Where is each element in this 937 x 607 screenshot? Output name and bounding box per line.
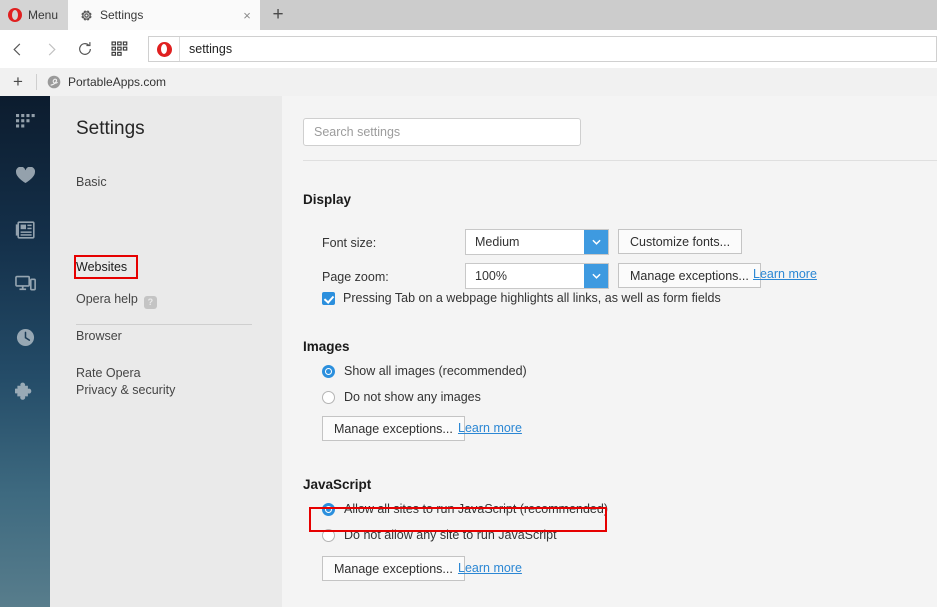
opera-sidebar <box>0 96 50 607</box>
images-show-all-option[interactable]: Show all images (recommended) <box>322 364 527 378</box>
address-bar[interactable]: settings <box>148 36 937 62</box>
page-zoom-value: 100% <box>475 269 507 283</box>
sidebar-item-opera-help[interactable]: Opera help? <box>76 292 157 309</box>
radio-selected-icon[interactable] <box>322 502 335 516</box>
sidebar-item-extensions[interactable] <box>0 366 50 420</box>
images-learn-more-link[interactable]: Learn more <box>458 421 522 435</box>
javascript-manage-exceptions-button[interactable]: Manage exceptions... <box>322 556 465 581</box>
content-divider <box>303 160 937 161</box>
images-manage-exceptions-button[interactable]: Manage exceptions... <box>322 416 465 441</box>
javascript-deny-label: Do not allow any site to run JavaScript <box>344 528 557 542</box>
images-hide-all-option[interactable]: Do not show any images <box>322 390 481 404</box>
radio-unselected-icon[interactable] <box>322 390 335 404</box>
javascript-allow-label: Allow all sites to run JavaScript (recom… <box>344 502 608 516</box>
opera-menu-button[interactable]: Menu <box>0 0 68 30</box>
sidebar-item-speed-dial[interactable] <box>0 96 50 150</box>
radio-selected-icon[interactable] <box>322 364 335 378</box>
news-icon <box>15 220 35 242</box>
devices-icon <box>14 275 36 295</box>
font-size-select[interactable]: Medium <box>465 229 609 255</box>
menu-label: Menu <box>28 8 59 22</box>
bookmark-item-portableapps[interactable]: PortableApps.com <box>37 68 176 96</box>
section-title-javascript: JavaScript <box>303 477 372 492</box>
bookmark-label: PortableApps.com <box>68 75 167 89</box>
tab-title: Settings <box>100 8 144 22</box>
back-button[interactable] <box>0 30 34 68</box>
font-size-label: Font size: <box>322 236 377 250</box>
clock-icon <box>16 328 35 350</box>
page-zoom-label: Page zoom: <box>322 270 389 284</box>
tab-settings[interactable]: Settings × <box>68 0 260 30</box>
page-title: Settings <box>76 118 145 139</box>
gear-icon <box>80 9 93 22</box>
opera-help-label: Opera help <box>76 292 138 306</box>
zoom-manage-exceptions-button[interactable]: Manage exceptions... <box>618 263 761 288</box>
sidebar-item-news[interactable] <box>0 204 50 258</box>
forward-button[interactable] <box>34 30 68 68</box>
javascript-deny-option[interactable]: Do not allow any site to run JavaScript <box>322 528 557 542</box>
tab-bar: Menu Settings × + <box>0 0 937 30</box>
chevron-down-icon[interactable] <box>584 264 608 288</box>
site-badge-icon <box>149 37 180 61</box>
close-icon[interactable]: × <box>234 0 260 30</box>
settings-content: Display Font size: Medium Customize font… <box>282 96 937 607</box>
javascript-learn-more-link[interactable]: Learn more <box>458 561 522 575</box>
tab-highlight-label: Pressing Tab on a webpage highlights all… <box>343 291 721 305</box>
puzzle-icon <box>14 382 35 404</box>
nav-divider <box>76 324 252 325</box>
radio-unselected-icon[interactable] <box>322 528 335 542</box>
speed-dial-button[interactable] <box>102 30 136 68</box>
settings-nav-panel: Settings Basic Browser Websites Privacy … <box>50 96 282 607</box>
tab-highlight-checkbox-row[interactable]: Pressing Tab on a webpage highlights all… <box>322 291 721 305</box>
sidebar-item-rate-opera[interactable]: Rate Opera <box>76 366 141 380</box>
portableapps-icon <box>47 75 61 89</box>
grid-icon <box>15 113 35 133</box>
search-input[interactable] <box>303 118 581 146</box>
section-title-display: Display <box>303 192 352 207</box>
help-icon[interactable]: ? <box>143 296 157 309</box>
opera-logo-icon <box>156 41 172 57</box>
bookmarks-bar: + PortableApps.com <box>0 68 937 97</box>
sidebar-item-my-flow[interactable] <box>0 258 50 312</box>
new-tab-button[interactable]: + <box>262 0 294 30</box>
opera-logo-icon <box>8 8 22 22</box>
images-hide-all-label: Do not show any images <box>344 390 481 404</box>
checkbox-icon[interactable] <box>322 291 335 305</box>
page-zoom-select[interactable]: 100% <box>465 263 609 289</box>
heart-icon <box>15 166 35 187</box>
javascript-allow-option[interactable]: Allow all sites to run JavaScript (recom… <box>322 502 608 516</box>
images-show-all-label: Show all images (recommended) <box>344 364 527 378</box>
customize-fonts-button[interactable]: Customize fonts... <box>618 229 743 254</box>
address-value: settings <box>189 42 233 56</box>
section-title-images: Images <box>303 339 350 354</box>
sidebar-item-basic[interactable]: Basic <box>76 175 107 189</box>
add-bookmark-button[interactable]: + <box>0 68 36 96</box>
chevron-down-icon[interactable] <box>584 230 608 254</box>
font-size-value: Medium <box>475 235 520 249</box>
sidebar-item-bookmarks[interactable] <box>0 150 50 204</box>
reload-button[interactable] <box>68 30 102 68</box>
sidebar-item-privacy-security[interactable]: Privacy & security <box>76 383 175 397</box>
zoom-learn-more-link[interactable]: Learn more <box>753 267 817 281</box>
sidebar-item-websites[interactable]: Websites <box>76 260 127 274</box>
sidebar-item-browser[interactable]: Browser <box>76 329 122 343</box>
sidebar-item-history[interactable] <box>0 312 50 366</box>
